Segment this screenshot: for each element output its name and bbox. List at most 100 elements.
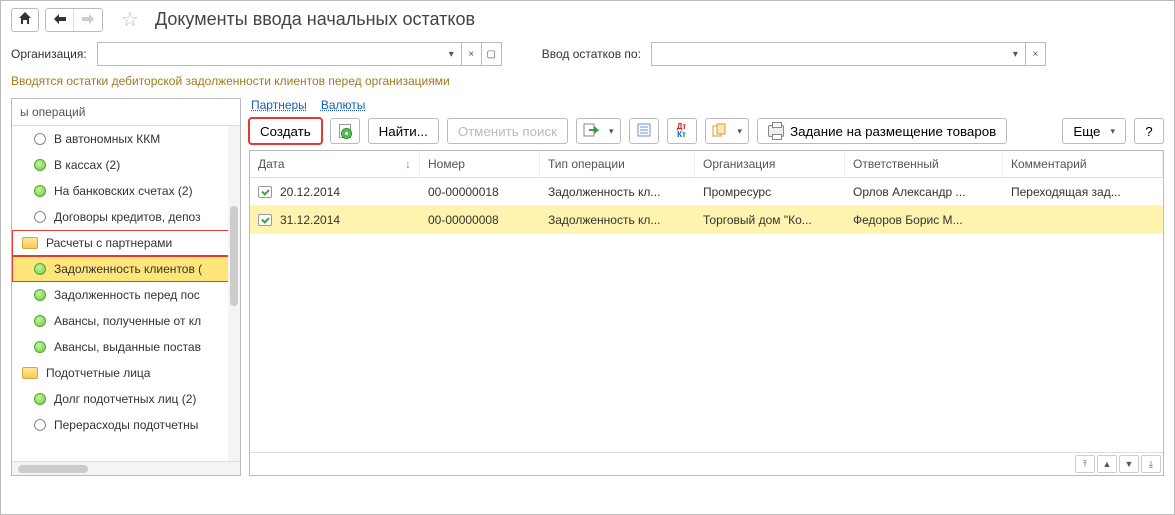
cell-text: 00-00000008 xyxy=(428,213,499,227)
status-dot-green-icon xyxy=(34,263,46,275)
tab-links: Партнеры Валюты xyxy=(249,98,1164,118)
col-date[interactable]: Дата xyxy=(250,151,420,177)
col-number[interactable]: Номер xyxy=(420,151,540,177)
tree-item[interactable]: Авансы, выданные постав xyxy=(12,334,240,360)
org-dropdown-button[interactable]: ▾ xyxy=(442,42,462,66)
more-label: Еще xyxy=(1073,124,1100,139)
create-button[interactable]: Создать xyxy=(249,118,322,144)
post-status-button[interactable] xyxy=(576,118,621,144)
up-icon: ▲ xyxy=(1103,459,1112,469)
tree-item-label: Договоры кредитов, депоз xyxy=(54,210,236,224)
home-button[interactable] xyxy=(11,8,39,32)
tree-item[interactable]: Задолженность перед пос xyxy=(12,282,240,308)
cell-date: 20.12.2014 xyxy=(250,185,420,199)
org-input[interactable] xyxy=(97,42,442,66)
list-icon xyxy=(637,123,651,140)
nav-history xyxy=(45,8,103,32)
grid-body: 20.12.201400-00000018Задолженность кл...… xyxy=(250,178,1163,452)
col-type[interactable]: Тип операции xyxy=(540,151,695,177)
tree-item[interactable]: Задолженность клиентов ( xyxy=(12,256,240,282)
help-label: ? xyxy=(1145,124,1152,139)
tree-item[interactable]: Авансы, полученные от кл xyxy=(12,308,240,334)
scroll-up-button[interactable]: ▲ xyxy=(1097,455,1117,473)
tab-partners[interactable]: Партнеры xyxy=(251,98,307,112)
double-up-icon: ⤒ xyxy=(1083,459,1087,470)
documents-grid: Дата Номер Тип операции Организация Отве… xyxy=(249,150,1164,476)
balance-clear-button[interactable]: × xyxy=(1026,42,1046,66)
balance-dropdown-button[interactable]: ▾ xyxy=(1006,42,1026,66)
placement-task-button[interactable]: Задание на размещение товаров xyxy=(757,118,1007,144)
cell-number: 00-00000008 xyxy=(420,213,540,227)
copy-button[interactable] xyxy=(330,118,360,144)
col-org[interactable]: Организация xyxy=(695,151,845,177)
tree-item[interactable]: В кассах (2) xyxy=(12,152,240,178)
tree-body: В автономных ККМ В кассах (2) На банковски… xyxy=(12,126,240,461)
tree-item[interactable]: Договоры кредитов, депоз xyxy=(12,204,240,230)
basis-button[interactable] xyxy=(705,118,750,144)
scroll-down-button[interactable]: ▼ xyxy=(1119,455,1139,473)
org-open-button[interactable]: ▢ xyxy=(482,42,502,66)
doc-arrow-icon xyxy=(583,123,599,140)
home-icon xyxy=(18,11,32,28)
down-icon: ▼ xyxy=(1125,459,1134,469)
filter-bar: Организация: ▾ × ▢ Ввод остатков по: ▾ × xyxy=(11,42,1164,72)
cell-type: Задолженность кл... xyxy=(540,213,695,227)
tree-item-label: Долг подотчетных лиц (2) xyxy=(54,392,236,406)
help-button[interactable]: ? xyxy=(1134,118,1164,144)
status-dot-empty-icon xyxy=(34,133,46,145)
grid-scroll-controls: ⤒ ▲ ▼ ⤓ xyxy=(250,452,1163,475)
tree-item-label: Задолженность перед пос xyxy=(54,288,236,302)
x-icon: × xyxy=(1033,49,1039,60)
main-split: ы операций В автономных ККМВ кассах (2)Н… xyxy=(11,98,1164,476)
tree-item[interactable]: На банковских счетах (2) xyxy=(12,178,240,204)
toolbar-right: Еще ? xyxy=(1062,118,1164,144)
tree-hscroll-thumb[interactable] xyxy=(18,465,88,473)
forward-button[interactable] xyxy=(74,9,102,31)
find-label: Найти... xyxy=(379,124,428,139)
cell-text: Федоров Борис М... xyxy=(853,213,963,227)
arrow-left-icon xyxy=(54,12,66,27)
chevron-down-icon: ▾ xyxy=(1013,49,1018,60)
tree-hscrollbar[interactable] xyxy=(12,461,240,475)
col-comment[interactable]: Комментарий xyxy=(1003,151,1163,177)
folder-icon xyxy=(22,367,38,379)
find-button[interactable]: Найти... xyxy=(368,118,439,144)
printer-icon xyxy=(768,125,784,137)
tree-folder[interactable]: Расчеты с партнерами xyxy=(12,230,240,256)
tree-item[interactable]: Перерасходы подотчетны xyxy=(12,412,240,438)
dtkt-button[interactable]: ДтКт xyxy=(667,118,697,144)
tree-item-label: На банковских счетах (2) xyxy=(54,184,236,198)
tree-item-label: Авансы, полученные от кл xyxy=(54,314,236,328)
dt-kt-icon: ДтКт xyxy=(677,123,687,139)
tree-vscroll-thumb[interactable] xyxy=(230,206,238,306)
open-icon: ▢ xyxy=(486,49,495,60)
tree-item-label: В автономных ККМ xyxy=(54,132,236,146)
folder-icon xyxy=(22,237,38,249)
tree-item[interactable]: В автономных ККМ xyxy=(12,126,240,152)
status-dot-green-icon xyxy=(34,393,46,405)
grid-header: Дата Номер Тип операции Организация Отве… xyxy=(250,151,1163,178)
tab-currencies[interactable]: Валюты xyxy=(321,98,366,112)
balance-input[interactable] xyxy=(651,42,1006,66)
tree-folder[interactable]: Подотчетные лица xyxy=(12,360,240,386)
table-row[interactable]: 20.12.201400-00000018Задолженность кл...… xyxy=(250,178,1163,206)
arrow-right-icon xyxy=(82,12,94,27)
tree-item[interactable]: Долг подотчетных лиц (2) xyxy=(12,386,240,412)
tree-vscrollbar[interactable] xyxy=(228,126,240,461)
cell-text: Переходящая зад... xyxy=(1011,185,1121,199)
more-button[interactable]: Еще xyxy=(1062,118,1126,144)
org-clear-button[interactable]: × xyxy=(462,42,482,66)
table-row[interactable]: 31.12.201400-00000008Задолженность кл...… xyxy=(250,206,1163,234)
tree-item-label: Подотчетные лица xyxy=(46,366,236,380)
back-button[interactable] xyxy=(46,9,74,31)
col-resp[interactable]: Ответственный xyxy=(845,151,1003,177)
scroll-top-button[interactable]: ⤒ xyxy=(1075,455,1095,473)
x-icon: × xyxy=(468,49,474,60)
favorite-star-icon[interactable]: ☆ xyxy=(121,7,139,32)
scroll-bottom-button[interactable]: ⤓ xyxy=(1141,455,1161,473)
cancel-search-button[interactable]: Отменить поиск xyxy=(447,118,568,144)
cell-org: Промресурс xyxy=(695,185,845,199)
report-button[interactable] xyxy=(629,118,659,144)
cell-type: Задолженность кл... xyxy=(540,185,695,199)
tree-item-label: Авансы, выданные постав xyxy=(54,340,236,354)
